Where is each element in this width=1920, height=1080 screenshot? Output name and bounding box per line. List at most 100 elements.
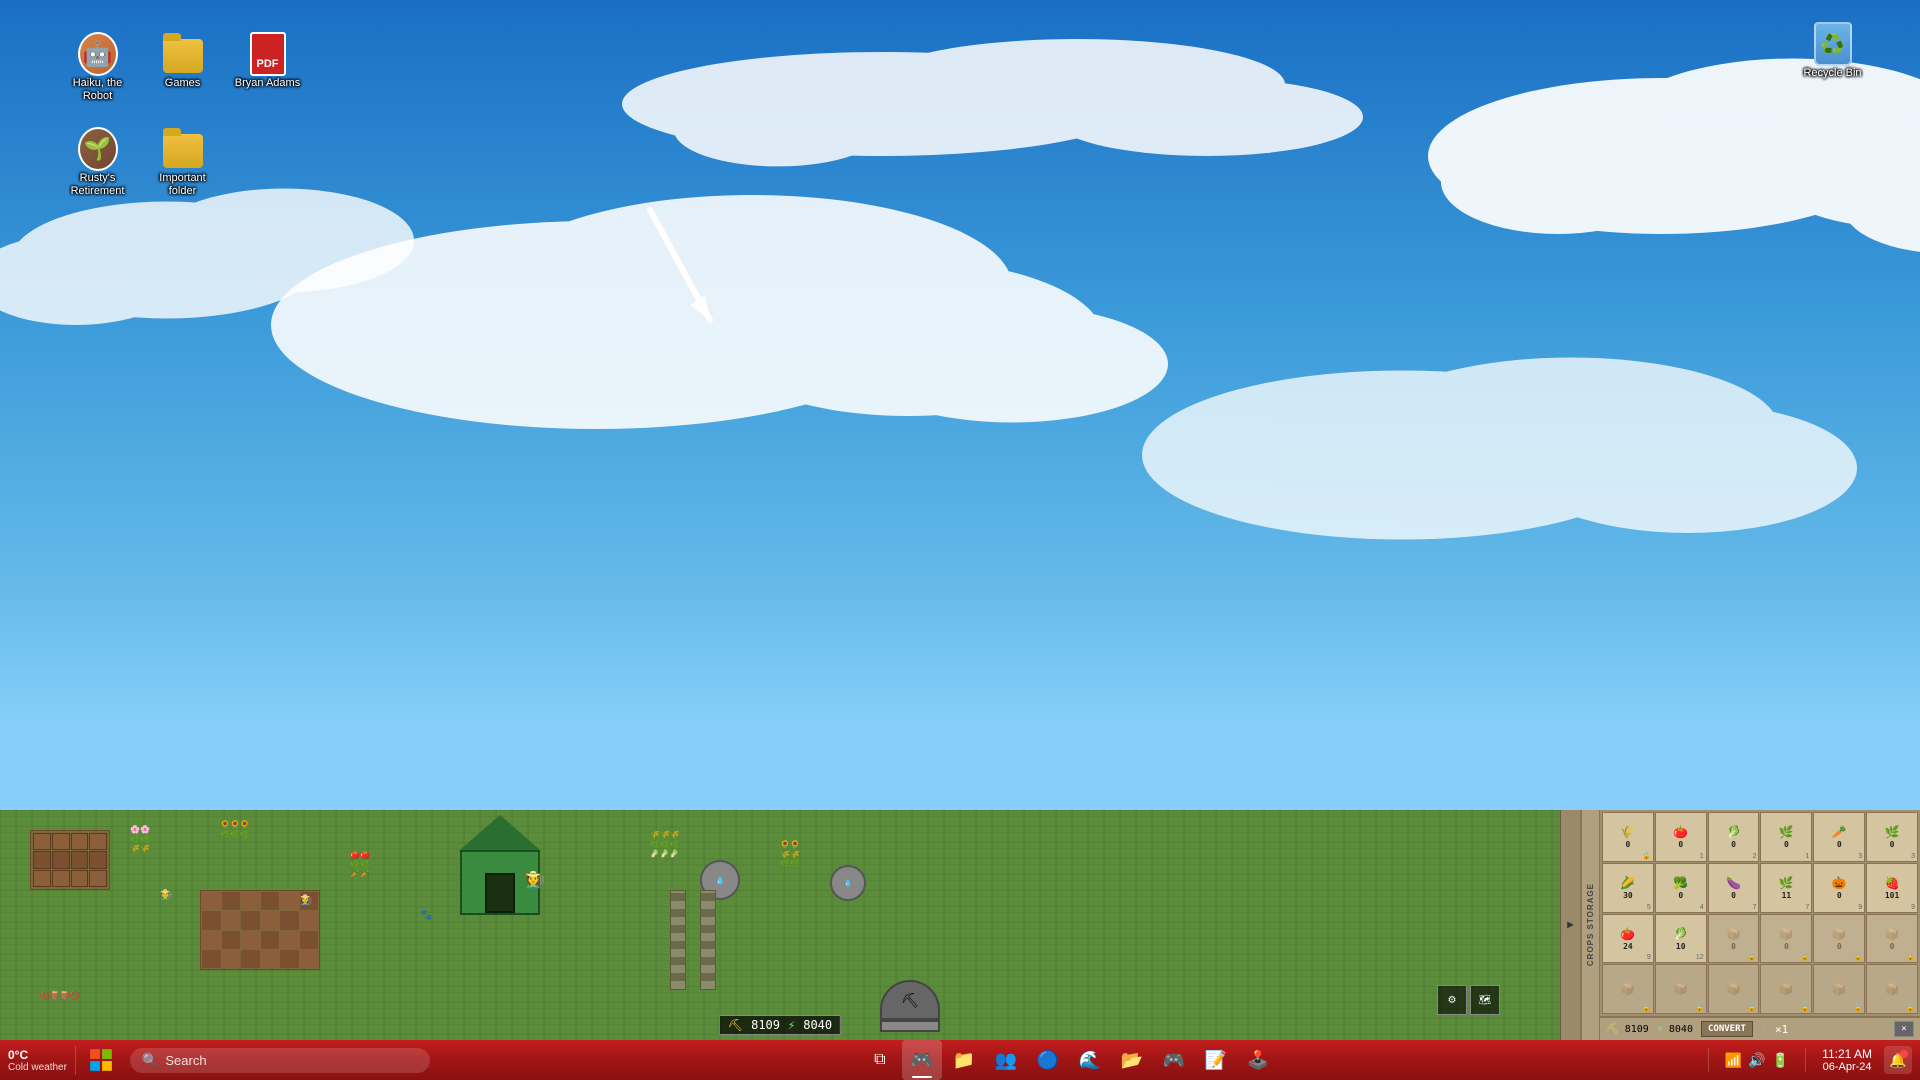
crop-cell-16[interactable]: 📦 0 🔒 bbox=[1760, 914, 1812, 964]
crop-decoration-4: 🌾🌾🌾🌿🌿🌿🥬🥬🥬 bbox=[650, 830, 680, 859]
crop-cell-11[interactable]: 🎃 0 9 bbox=[1813, 863, 1865, 913]
storage-energy-display: ⚡ 8040 bbox=[1657, 1024, 1693, 1035]
crop-cell-1[interactable]: 🌾 0 🔒 bbox=[1602, 812, 1654, 862]
npc-1: 👨‍🌾 bbox=[160, 890, 172, 901]
taskbar-chrome[interactable]: 🔵 bbox=[1028, 1040, 1068, 1080]
crop-cell-12[interactable]: 🍓 101 9 bbox=[1866, 863, 1918, 913]
windows-logo-icon bbox=[88, 1047, 114, 1073]
crop-cell-20[interactable]: 📦 🔒 bbox=[1655, 964, 1707, 1014]
crop-cell-8[interactable]: 🥦 0 4 bbox=[1655, 863, 1707, 913]
tray-icon-volume[interactable]: 🔊 bbox=[1748, 1052, 1765, 1069]
crop-cell-2[interactable]: 🍅 0 1 bbox=[1655, 812, 1707, 862]
crop-cell-4[interactable]: 🌿 0 1 bbox=[1760, 812, 1812, 862]
taskbar-gaming2[interactable]: 🕹️ bbox=[1238, 1040, 1278, 1080]
crop-cell-14[interactable]: 🥬 10 12 bbox=[1655, 914, 1707, 964]
taskbar: 0°C Cold weather 🔍 Search ⧉ 🎮 📁 bbox=[0, 1040, 1920, 1080]
player-character: 🧑‍🌾 bbox=[525, 870, 545, 890]
desktop-icons-container: 🤖 Haiku, the Robot Games PDF Bryan Adams… bbox=[60, 30, 310, 215]
crop-decoration-3: 🍅🍅🌿🌿🥕🥕 bbox=[350, 850, 370, 879]
crop-decoration-5: 🌻🌻🌾🌾🌿🌿 bbox=[780, 840, 800, 869]
tray-icon-battery[interactable]: 🔋 bbox=[1772, 1052, 1789, 1069]
crop-decoration-2: 🌻🌻🌻🌿🌿🌿 bbox=[220, 820, 250, 839]
crop-cell-3[interactable]: 🥬 0 2 bbox=[1708, 812, 1760, 862]
convert-multiplier: ×1 bbox=[1775, 1023, 1788, 1036]
clock-time: 11:21 AM bbox=[1822, 1047, 1872, 1061]
mini-controls: ⚙ 🗺 bbox=[1437, 985, 1500, 1015]
convert-button[interactable]: CONVERT bbox=[1701, 1021, 1753, 1037]
crop-cell-15[interactable]: 📦 0 🔒 bbox=[1708, 914, 1760, 964]
game-area: 🌸🌸🌿🌿🌾🌾 🌻🌻🌻🌿🌿🌿 🍅🍅🌿🌿🥕🥕 🧑‍🌾 bbox=[0, 810, 1920, 1040]
start-button[interactable] bbox=[76, 1040, 126, 1080]
crop-cell-13[interactable]: 🍅 24 9 bbox=[1602, 914, 1654, 964]
crop-cell-18[interactable]: 📦 0 🔒 bbox=[1866, 914, 1918, 964]
bryan-adams-icon-label: Bryan Adams bbox=[235, 77, 300, 90]
desktop-icon-bryan-adams[interactable]: PDF Bryan Adams bbox=[230, 30, 305, 120]
crop-cell-9[interactable]: 🍆 0 7 bbox=[1708, 863, 1760, 913]
taskbar-right: 📶 🔊 🔋 11:21 AM 06-Apr-24 🔔 bbox=[1704, 1046, 1920, 1074]
taskbar-task-view[interactable]: ⧉ bbox=[860, 1040, 900, 1080]
desktop-icon-important-folder[interactable]: Important folder bbox=[145, 125, 220, 215]
convert-resource-icon: ⚡ bbox=[1761, 1024, 1767, 1035]
crops-storage-text: CROPS STORAGE bbox=[1586, 883, 1595, 966]
weather-description: Cold weather bbox=[8, 1062, 67, 1073]
crops-storage-panel: CROPS STORAGE 🌾 0 🔒 🍅 0 1 🥬 bbox=[1580, 810, 1920, 1040]
close-panel-btn[interactable]: × bbox=[1894, 1021, 1914, 1037]
desktop-icon-games[interactable]: Games bbox=[145, 30, 220, 120]
crop-cell-5[interactable]: 🥕 0 3 bbox=[1813, 812, 1865, 862]
farm-plot-1 bbox=[30, 830, 110, 890]
taskbar-steam[interactable]: 🎮 bbox=[1154, 1040, 1194, 1080]
tray-icon-network[interactable]: 📶 bbox=[1725, 1052, 1742, 1069]
desktop-icon-rustys-retirement[interactable]: 🌱 Rusty's Retirement bbox=[60, 125, 135, 215]
energy-count: 8040 bbox=[803, 1018, 832, 1032]
ladder bbox=[670, 890, 686, 990]
crop-cell-23[interactable]: 📦 🔒 bbox=[1813, 964, 1865, 1014]
clock-divider bbox=[1805, 1048, 1806, 1072]
coin-count: 8109 bbox=[751, 1018, 780, 1032]
games-icon-label: Games bbox=[165, 77, 200, 90]
crop-decoration-1: 🌸🌸🌿🌿🌾🌾 bbox=[130, 825, 150, 854]
barn-building bbox=[460, 815, 540, 915]
storage-toggle-btn[interactable]: ▶ bbox=[1560, 810, 1580, 1040]
taskbar-explorer[interactable]: 📁 bbox=[944, 1040, 984, 1080]
game-canvas: 🌸🌸🌿🌿🌾🌾 🌻🌻🌻🌿🌿🌿 🍅🍅🌿🌿🥕🥕 🧑‍🌾 bbox=[0, 810, 1920, 1040]
npc-3: 🐾 bbox=[420, 910, 432, 921]
clock-widget[interactable]: 11:21 AM 06-Apr-24 bbox=[1814, 1047, 1880, 1073]
taskbar-center-icons: ⧉ 🎮 📁 👥 🔵 🌊 📂 🎮 bbox=[860, 1040, 1278, 1080]
desktop-icon-recycle-bin[interactable]: ♻️ Recycle Bin bbox=[1795, 20, 1870, 84]
crop-cell-24[interactable]: 📦 🔒 bbox=[1866, 964, 1918, 1014]
crop-cell-17[interactable]: 📦 0 🔒 bbox=[1813, 914, 1865, 964]
crop-cell-6[interactable]: 🌿 0 3 bbox=[1866, 812, 1918, 862]
taskbar-files[interactable]: 📂 bbox=[1112, 1040, 1152, 1080]
notification-area[interactable]: 🔔 bbox=[1884, 1046, 1912, 1074]
mine-entrance: ⛏ bbox=[880, 980, 940, 1030]
desktop-icon-haiku[interactable]: 🤖 Haiku, the Robot bbox=[60, 30, 135, 120]
npc-2: 👩‍🌾 bbox=[300, 895, 312, 906]
taskbar-game-app[interactable]: 🎮 bbox=[902, 1040, 942, 1080]
weather-temperature: 0°C bbox=[8, 1048, 28, 1062]
active-indicator bbox=[912, 1076, 932, 1078]
taskbar-teams[interactable]: 👥 bbox=[986, 1040, 1026, 1080]
crop-cell-22[interactable]: 📦 🔒 bbox=[1760, 964, 1812, 1014]
ladder-2 bbox=[700, 890, 716, 990]
crop-cell-19[interactable]: 📦 🔒 bbox=[1602, 964, 1654, 1014]
game-resource-bar: ⛏ 8109 ⚡ 8040 bbox=[719, 1015, 841, 1035]
clock-date: 06-Apr-24 bbox=[1823, 1061, 1872, 1073]
recycle-bin-label: Recycle Bin bbox=[1803, 67, 1861, 80]
desktop: 🤖 Haiku, the Robot Games PDF Bryan Adams… bbox=[0, 0, 1920, 1040]
important-folder-icon-label: Important folder bbox=[149, 172, 216, 198]
storage-energy: 8040 bbox=[1669, 1024, 1693, 1035]
left-border-deco: 🚫🪵🪵🚫 bbox=[40, 992, 80, 1000]
search-icon: 🔍 bbox=[142, 1052, 159, 1069]
game-scene[interactable]: 🌸🌸🌿🌿🌾🌾 🌻🌻🌻🌿🌿🌿 🍅🍅🌿🌿🥕🥕 🧑‍🌾 bbox=[0, 810, 1560, 1040]
taskbar-notes[interactable]: 📝 bbox=[1196, 1040, 1236, 1080]
storage-bottom-bar: ⛏ 8109 ⚡ 8040 CONVERT ⚡ ×1 × bbox=[1582, 1016, 1920, 1040]
crop-cell-10[interactable]: 🌿 11 7 bbox=[1760, 863, 1812, 913]
crops-grid: 🌾 0 🔒 🍅 0 1 🥬 0 2 🌿 bbox=[1600, 810, 1920, 1016]
crop-cell-21[interactable]: 📦 🔒 bbox=[1708, 964, 1760, 1014]
storage-coin-display: ⛏ 8109 bbox=[1606, 1024, 1649, 1035]
taskbar-search[interactable]: 🔍 Search bbox=[130, 1048, 430, 1073]
crops-storage-label: CROPS STORAGE bbox=[1582, 810, 1600, 1040]
crop-cell-7[interactable]: 🌽 30 5 bbox=[1602, 863, 1654, 913]
taskbar-edge[interactable]: 🌊 bbox=[1070, 1040, 1110, 1080]
system-tray: 📶 🔊 🔋 bbox=[1717, 1052, 1797, 1069]
